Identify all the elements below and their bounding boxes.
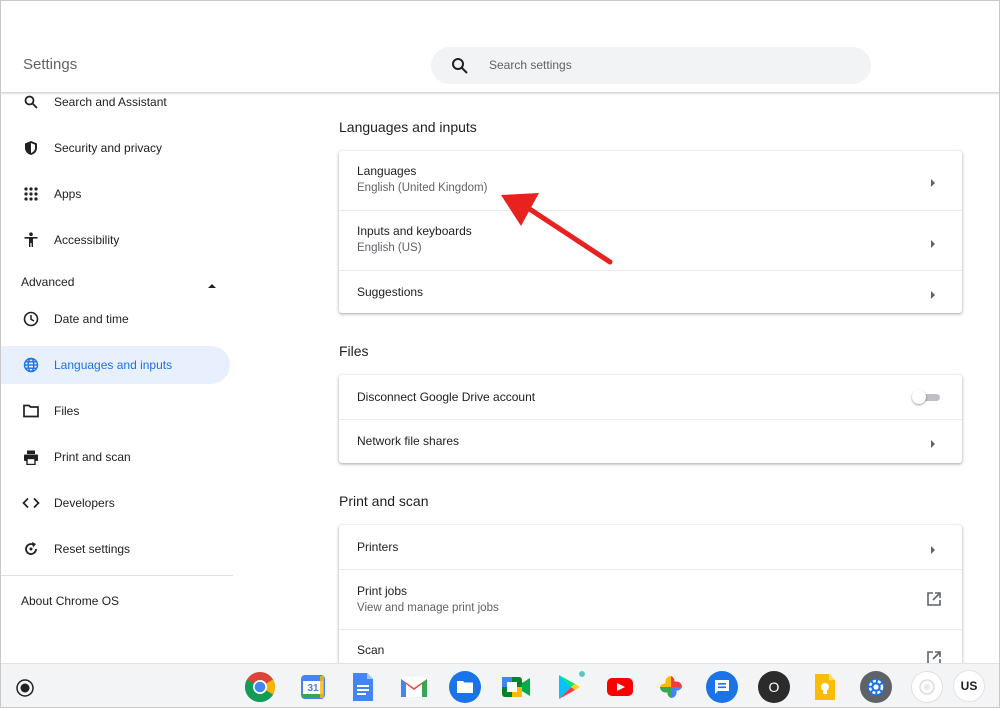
sidebar-item-reset-settings[interactable]: Reset settings xyxy=(1,530,230,568)
languages-card: Languages English (United Kingdom) Input… xyxy=(339,151,962,313)
sidebar: Search and Assistant Security and privac… xyxy=(1,93,233,663)
section-title-languages: Languages and inputs xyxy=(339,119,477,135)
settings-gear-icon[interactable] xyxy=(860,671,892,703)
opera-letter: O xyxy=(768,679,780,695)
sidebar-item-developers[interactable]: Developers xyxy=(1,484,230,522)
search-icon xyxy=(21,92,41,112)
row-network-file-shares[interactable]: Network file shares xyxy=(339,419,962,463)
settings-window: Settings Search settings Search and Assi… xyxy=(0,0,1000,708)
row-languages[interactable]: Languages English (United Kingdom) xyxy=(339,151,962,210)
search-icon xyxy=(451,57,469,75)
files-icon[interactable] xyxy=(449,671,481,703)
row-subtitle: English (United Kingdom) xyxy=(357,182,488,194)
reset-icon xyxy=(21,539,41,559)
docs-icon[interactable] xyxy=(347,671,379,703)
apps-grid-icon xyxy=(21,184,41,204)
row-title: Disconnect Google Drive account xyxy=(357,390,536,404)
opera-icon[interactable]: O xyxy=(758,671,790,703)
row-title: Suggestions xyxy=(357,285,424,299)
external-link-icon[interactable] xyxy=(926,591,942,607)
toggle-knob xyxy=(912,390,926,404)
globe-icon xyxy=(21,355,41,375)
search-placeholder: Search settings xyxy=(489,58,572,72)
camera-icon[interactable] xyxy=(911,671,943,703)
sidebar-item-label: Reset settings xyxy=(54,542,131,556)
section-title-files: Files xyxy=(339,343,369,359)
sidebar-item-label: Accessibility xyxy=(54,233,120,247)
row-subtitle: English (US) xyxy=(357,242,422,254)
sidebar-item-print-and-scan[interactable]: Print and scan xyxy=(1,438,230,476)
sidebar-divider xyxy=(1,575,233,576)
chevron-right-icon xyxy=(929,175,937,187)
sidebar-item-apps[interactable]: Apps xyxy=(1,175,230,213)
sidebar-item-label: Developers xyxy=(54,496,115,510)
section-title-print-and-scan: Print and scan xyxy=(339,493,429,509)
settings-header: Settings Search settings xyxy=(1,1,999,93)
play-store-icon[interactable] xyxy=(553,669,587,703)
input-method-indicator[interactable]: US xyxy=(953,670,985,702)
row-title: Inputs and keyboards xyxy=(357,224,472,238)
launcher-button[interactable] xyxy=(15,678,35,698)
chevron-right-icon xyxy=(929,236,937,248)
row-printers[interactable]: Printers xyxy=(339,525,962,569)
sidebar-item-label: Files xyxy=(54,404,80,418)
app-title: Settings xyxy=(23,56,78,73)
row-suggestions[interactable]: Suggestions xyxy=(339,270,962,313)
sidebar-item-languages-and-inputs[interactable]: Languages and inputs xyxy=(1,346,230,384)
row-title: Network file shares xyxy=(357,434,460,448)
about-label: About Chrome OS xyxy=(21,594,120,608)
sidebar-item-label: Search and Assistant xyxy=(54,95,167,109)
accessibility-icon xyxy=(21,230,41,250)
chrome-icon[interactable] xyxy=(244,671,276,703)
sidebar-item-accessibility[interactable]: Accessibility xyxy=(1,221,230,259)
files-card: Disconnect Google Drive account Network … xyxy=(339,375,962,463)
youtube-icon[interactable] xyxy=(604,671,636,703)
row-subtitle: View and manage print jobs xyxy=(357,602,499,614)
row-inputs-and-keyboards[interactable]: Inputs and keyboards English (US) xyxy=(339,210,962,270)
calendar-icon[interactable]: 31 xyxy=(297,671,329,703)
keep-icon[interactable] xyxy=(809,671,841,703)
code-icon xyxy=(21,493,41,513)
advanced-section-toggle[interactable]: Advanced xyxy=(21,270,216,294)
sidebar-item-files[interactable]: Files xyxy=(1,392,230,430)
sidebar-item-security-and-privacy[interactable]: Security and privacy xyxy=(1,129,230,167)
row-title: Scan xyxy=(357,643,385,657)
sidebar-item-label: Date and time xyxy=(54,312,129,326)
shelf: 31 M O xyxy=(1,663,999,707)
calendar-day: 31 xyxy=(307,683,319,694)
chevron-right-icon xyxy=(929,542,937,554)
clock-icon xyxy=(21,309,41,329)
advanced-label: Advanced xyxy=(21,275,75,289)
row-print-jobs[interactable]: Print jobs View and manage print jobs xyxy=(339,569,962,629)
messages-icon[interactable] xyxy=(706,671,738,703)
chevron-right-icon xyxy=(929,287,937,299)
row-disconnect-google-drive[interactable]: Disconnect Google Drive account xyxy=(339,375,962,419)
sidebar-item-about-chrome-os[interactable]: About Chrome OS xyxy=(21,589,216,613)
search-input[interactable]: Search settings xyxy=(431,47,871,84)
sidebar-item-label: Apps xyxy=(54,187,82,201)
sidebar-item-label: Security and privacy xyxy=(54,141,163,155)
row-title: Printers xyxy=(357,540,399,554)
settings-main: Languages and inputs Languages English (… xyxy=(233,93,999,685)
print-and-scan-card: Printers Print jobs View and manage prin… xyxy=(339,525,962,685)
sidebar-item-label: Print and scan xyxy=(54,450,131,464)
google-drive-toggle[interactable] xyxy=(912,390,940,404)
gmail-icon[interactable]: M xyxy=(398,671,430,703)
printer-icon xyxy=(21,447,41,467)
sidebar-item-label: Languages and inputs xyxy=(54,358,173,372)
chevron-right-icon xyxy=(929,436,937,448)
row-title: Languages xyxy=(357,164,417,178)
shield-icon xyxy=(21,138,41,158)
row-title: Print jobs xyxy=(357,584,408,598)
caret-up-icon xyxy=(208,278,216,292)
meet-icon[interactable] xyxy=(500,671,532,703)
sidebar-item-date-and-time[interactable]: Date and time xyxy=(1,300,230,338)
notification-dot xyxy=(577,669,587,679)
folder-icon xyxy=(21,401,41,421)
photos-icon[interactable] xyxy=(655,671,687,703)
